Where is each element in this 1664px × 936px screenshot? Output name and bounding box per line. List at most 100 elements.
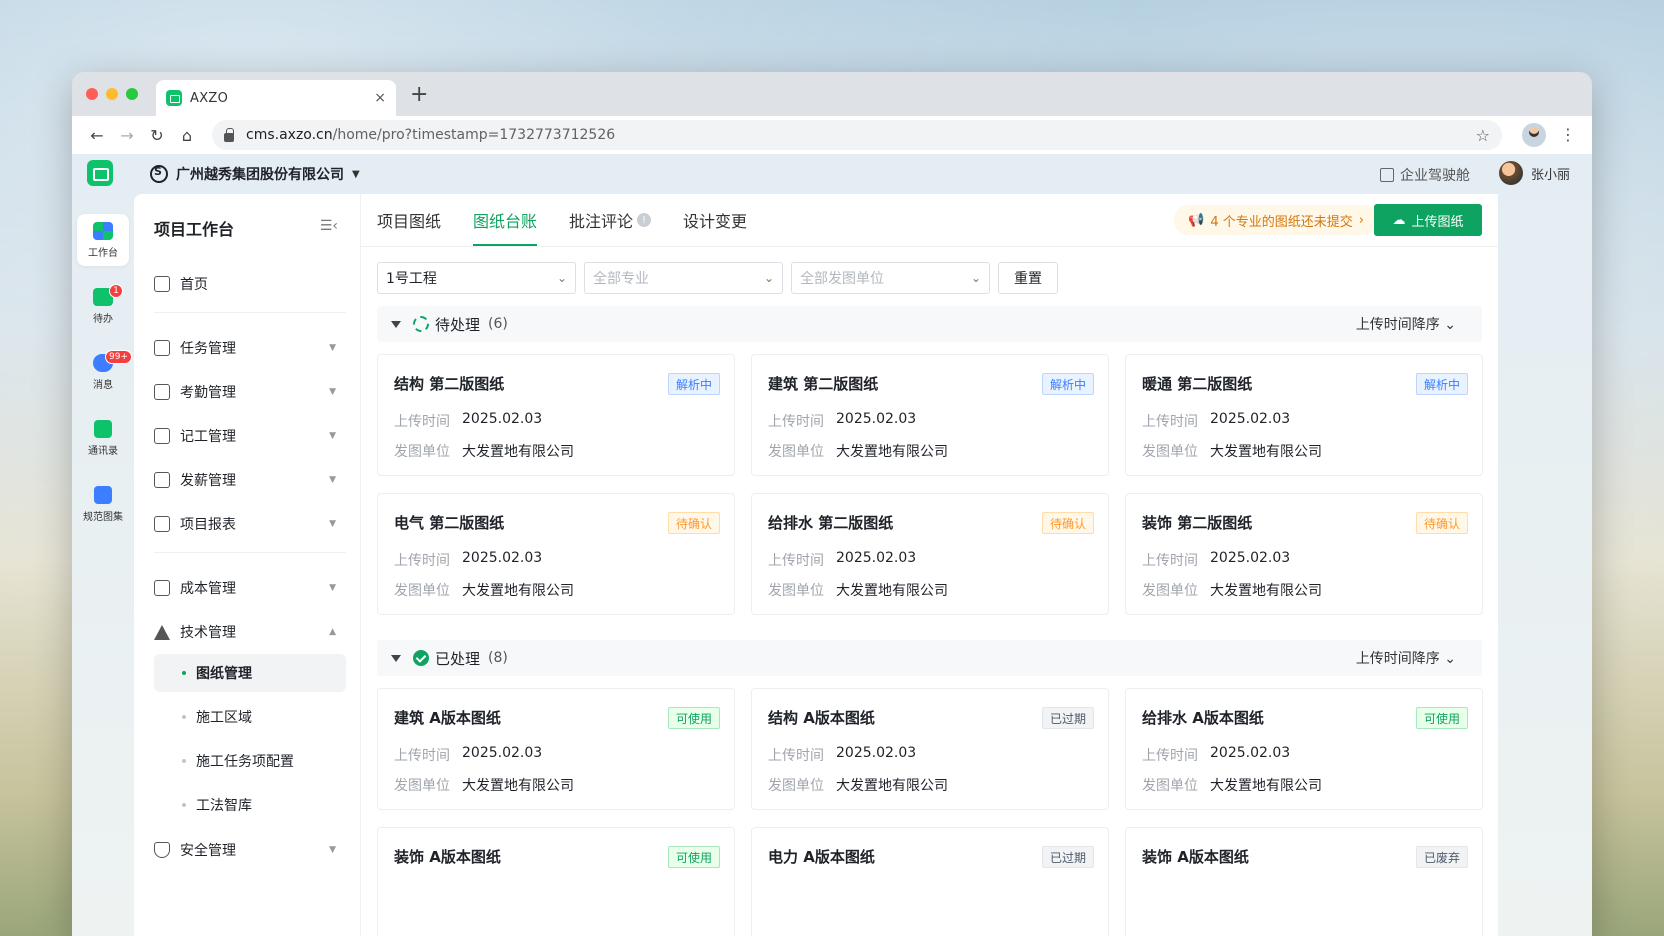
sort-label: 上传时间降序 — [1355, 317, 1440, 333]
drawing-card[interactable]: 建筑 第二版图纸 解析中 上传时间 2025.02.03 发图单位 大发置地有限公司 — [751, 354, 1109, 476]
field-label: 上传时间 — [768, 414, 824, 430]
drawing-card[interactable]: 结构 第二版图纸 解析中 上传时间 2025.02.03 发图单位 大发置地有限公司 — [377, 354, 735, 476]
chevron-down-icon: ▼ — [329, 387, 336, 397]
address-bar[interactable]: cms.axzo.cn/home/pro?timestamp=173277371… — [212, 120, 1502, 150]
project-select[interactable]: 1号工程 ⌄ — [377, 262, 576, 294]
rail-item-workbench[interactable]: 工作台 — [77, 214, 129, 266]
card-title: 给排水 A版本图纸 — [1142, 709, 1264, 727]
axzo-logo-icon[interactable] — [87, 160, 113, 186]
card-title: 给排水 第二版图纸 — [768, 514, 894, 532]
maximize-window-button[interactable] — [126, 88, 138, 100]
cockpit-link[interactable]: 企业驾驶舱 — [1380, 165, 1470, 185]
field-value: 2025.02.03 — [836, 411, 917, 427]
drawing-card[interactable]: 给排水 第二版图纸 待确认 上传时间 2025.02.03 发图单位 大发置地有限公… — [751, 493, 1109, 615]
submission-notice[interactable]: 📢 4 个专业的图纸还未提交 › — [1174, 205, 1378, 235]
status-badge: 待确认 — [1041, 512, 1094, 534]
status-badge: 解析中 — [667, 373, 720, 395]
sidebar-item-safety[interactable]: 安全管理 ▼ — [154, 832, 346, 868]
new-tab-button[interactable]: + — [410, 82, 428, 107]
group-count: (6) — [488, 316, 508, 332]
field-value: 2025.02.03 — [1210, 411, 1291, 427]
drawing-card[interactable]: 电力 A版本图纸 已过期 — [751, 827, 1109, 936]
tab-project-drawings[interactable]: 项目图纸 — [377, 194, 441, 246]
sidebar-item-tech[interactable]: 技术管理 ▲ — [154, 614, 346, 650]
workbench-icon — [93, 221, 113, 240]
group-header-done[interactable]: 已处理 (8) 上传时间降序 ⌄ — [377, 640, 1482, 676]
back-icon[interactable]: ← — [82, 126, 112, 145]
browser-tab[interactable]: AXZO × — [156, 80, 396, 116]
group-header-pending[interactable]: 待处理 (6) 上传时间降序 ⌄ — [377, 306, 1482, 342]
issuer-row: 发图单位 大发置地有限公司 — [1142, 775, 1322, 795]
rail-item-message[interactable]: 消息 99+ — [77, 346, 132, 398]
drawing-card[interactable]: 装饰 A版本图纸 可使用 — [377, 827, 735, 936]
field-label: 上传时间 — [768, 748, 824, 764]
field-value: 大发置地有限公司 — [836, 583, 948, 599]
sort-label: 上传时间降序 — [1355, 651, 1440, 667]
tab-annotations[interactable]: 批注评论! — [569, 194, 652, 246]
browser-menu-icon[interactable]: ⋮ — [1560, 125, 1576, 144]
drawing-card[interactable]: 电气 第二版图纸 待确认 上传时间 2025.02.03 发图单位 大发置地有限公司 — [377, 493, 735, 615]
upload-label: 上传图纸 — [1411, 214, 1464, 230]
status-badge: 可使用 — [1415, 707, 1468, 729]
sidebar-item-salary[interactable]: 发薪管理 ▼ — [154, 462, 346, 498]
tab-strip: AXZO × + — [72, 72, 1592, 116]
issuer-select[interactable]: 全部发图单位 ⌄ — [791, 262, 990, 294]
sort-dropdown[interactable]: 上传时间降序 ⌄ — [1356, 648, 1456, 668]
rail-item-todo[interactable]: 待办 1 — [77, 280, 129, 332]
field-value: 2025.02.03 — [836, 550, 917, 566]
org-logo-icon — [150, 165, 168, 183]
rail-label: 待办 — [93, 313, 113, 325]
sidebar-item-attendance[interactable]: 考勤管理 ▼ — [154, 374, 346, 410]
status-badge: 待确认 — [1415, 512, 1468, 534]
sidebar-item-label: 考勤管理 — [180, 385, 236, 401]
forward-icon[interactable]: → — [112, 126, 142, 145]
sidebar-item-label: 工法智库 — [196, 798, 252, 814]
close-tab-icon[interactable]: × — [374, 90, 386, 106]
drawing-card[interactable]: 结构 A版本图纸 已过期 上传时间 2025.02.03 发图单位 大发置地有限公司 — [751, 688, 1109, 810]
field-label: 上传时间 — [394, 414, 450, 430]
drawing-card[interactable]: 装饰 第二版图纸 待确认 上传时间 2025.02.03 发图单位 大发置地有限公司 — [1125, 493, 1483, 615]
nav-rail: 工作台 待办 1 消息 99+ 通讯录 规范图集 — [72, 194, 134, 936]
rail-item-standards[interactable]: 规范图集 — [77, 478, 129, 530]
sort-dropdown[interactable]: 上传时间降序 ⌄ — [1356, 314, 1456, 334]
sidebar-item-task[interactable]: 任务管理 ▼ — [154, 330, 346, 366]
sidebar-subitem-taskconf[interactable]: 施工任务项配置 — [154, 742, 346, 780]
main-tabs: 项目图纸 图纸台账 批注评论! 设计变更 — [377, 194, 747, 246]
sidebar-item-report[interactable]: 项目报表 ▼ — [154, 506, 346, 542]
minimize-window-button[interactable] — [106, 88, 118, 100]
compass-icon — [154, 624, 170, 640]
collapse-sidebar-icon[interactable]: ☰‹ — [320, 218, 338, 234]
user-menu[interactable]: 张小丽 — [1498, 161, 1570, 185]
issuer-row: 发图单位 大发置地有限公司 — [1142, 441, 1322, 461]
upload-drawing-button[interactable]: ☁ 上传图纸 — [1374, 204, 1482, 236]
close-window-button[interactable] — [86, 88, 98, 100]
org-switcher[interactable]: 广州越秀集团股份有限公司 ▼ — [150, 164, 360, 184]
drawing-card[interactable]: 装饰 A版本图纸 已废弃 — [1125, 827, 1483, 936]
sidebar-item-home[interactable]: 首页 — [154, 266, 346, 302]
drawing-card[interactable]: 建筑 A版本图纸 可使用 上传时间 2025.02.03 发图单位 大发置地有限公司 — [377, 688, 735, 810]
drawing-card[interactable]: 暖通 第二版图纸 解析中 上传时间 2025.02.03 发图单位 大发置地有限公司 — [1125, 354, 1483, 476]
reload-icon[interactable]: ↻ — [142, 126, 172, 145]
home-icon[interactable]: ⌂ — [172, 126, 202, 145]
cockpit-label: 企业驾驶舱 — [1400, 168, 1470, 184]
tab-label: 批注评论 — [569, 212, 634, 231]
chevron-down-icon: ⌄ — [970, 271, 981, 285]
upload-time-row: 上传时间 2025.02.03 — [394, 411, 542, 431]
rail-item-contacts[interactable]: 通讯录 — [77, 412, 129, 464]
bookmark-star-icon[interactable]: ☆ — [1476, 126, 1490, 145]
sidebar-subitem-drawings[interactable]: 图纸管理 — [154, 654, 346, 692]
profile-avatar[interactable] — [1522, 123, 1546, 147]
reset-button[interactable]: 重置 — [998, 262, 1058, 294]
tab-design-change[interactable]: 设计变更 — [683, 194, 747, 246]
window-controls — [86, 88, 138, 100]
sidebar-subitem-area[interactable]: 施工区域 — [154, 698, 346, 736]
field-label: 上传时间 — [394, 553, 450, 569]
tab-drawing-ledger[interactable]: 图纸台账 — [473, 194, 538, 246]
sidebar-item-worklog[interactable]: 记工管理 ▼ — [154, 418, 346, 454]
discipline-select[interactable]: 全部专业 ⌄ — [584, 262, 783, 294]
issuer-row: 发图单位 大发置地有限公司 — [768, 441, 948, 461]
sidebar-subitem-methods[interactable]: 工法智库 — [154, 786, 346, 824]
drawing-card[interactable]: 给排水 A版本图纸 可使用 上传时间 2025.02.03 发图单位 大发置地有限公… — [1125, 688, 1483, 810]
card-title: 结构 第二版图纸 — [394, 375, 505, 393]
sidebar-item-cost[interactable]: 成本管理 ▼ — [154, 570, 346, 606]
